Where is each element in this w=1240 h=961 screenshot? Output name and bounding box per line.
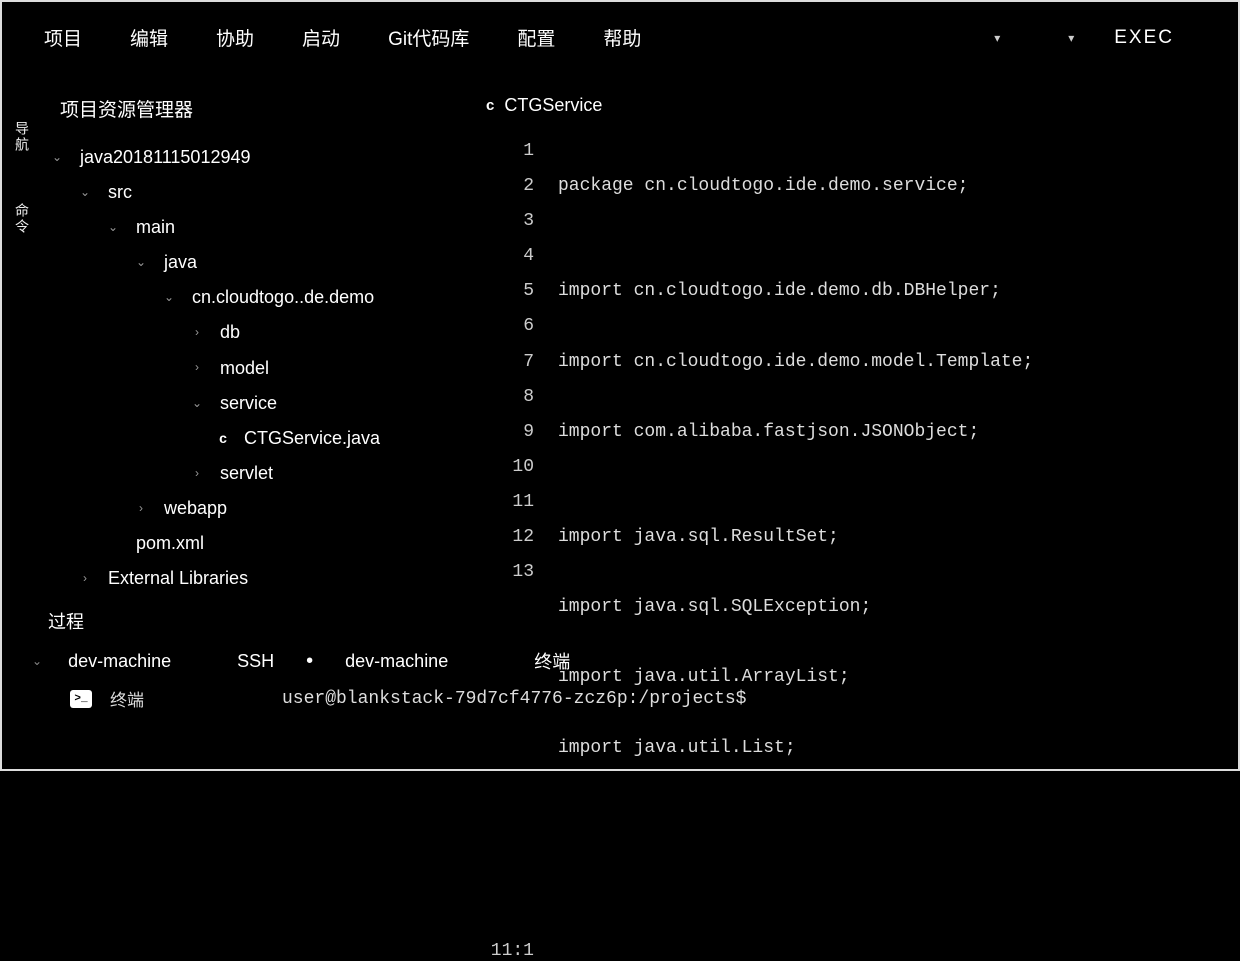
chevron-down-icon: ⌄ <box>76 181 94 204</box>
chevron-right-icon: › <box>76 567 94 590</box>
vertical-tabstrip: 导航 命令 <box>2 73 42 600</box>
code-line: import com.alibaba.fastjson.JSONObject; <box>558 415 1228 450</box>
exec-button[interactable]: EXEC <box>1114 27 1214 49</box>
dropdown-2-icon[interactable]: ▾ <box>1040 31 1102 45</box>
menubar: 项目 编辑 协助 启动 Git代码库 配置 帮助 ▾ ▾ EXEC <box>2 2 1238 73</box>
code-line: import cn.cloudtogo.ide.demo.db.DBHelper… <box>558 274 1228 309</box>
chevron-right-icon: › <box>188 356 206 379</box>
chevron-right-icon: › <box>188 462 206 485</box>
tree-src[interactable]: ⌄ src <box>48 175 472 210</box>
chevron-down-icon: ⌄ <box>48 146 66 169</box>
machine-name-2: dev-machine <box>345 651 448 672</box>
editor-tab-label: CTGService <box>504 95 602 116</box>
dropdown-1-icon[interactable]: ▾ <box>966 31 1028 45</box>
tree-java[interactable]: ⌄ java <box>48 245 472 280</box>
menu-edit[interactable]: 编辑 <box>112 20 186 55</box>
status-dot-icon: • <box>300 650 319 673</box>
tree-label: cn.cloudtogo..de.demo <box>192 280 374 315</box>
class-icon: c <box>486 97 494 114</box>
tree-label: main <box>136 210 175 245</box>
tree-service[interactable]: ⌄ service <box>48 386 472 421</box>
tree-label: pom.xml <box>136 526 204 561</box>
ssh-label[interactable]: SSH <box>237 651 274 672</box>
tree-main[interactable]: ⌄ main <box>48 210 472 245</box>
tree-label: External Libraries <box>108 561 248 596</box>
tree-label: servlet <box>220 456 273 491</box>
code-line: package cn.cloudtogo.ide.demo.service; <box>558 169 1228 204</box>
tree-file-ctgservice[interactable]: c CTGService.java <box>48 421 472 456</box>
tree-root[interactable]: ⌄ java20181115012949 <box>48 140 472 175</box>
menu-run[interactable]: 启动 <box>284 20 358 55</box>
tree-label: java <box>164 245 197 280</box>
chevron-down-icon: ⌄ <box>132 251 150 274</box>
code-line: import cn.cloudtogo.ide.demo.model.Templ… <box>558 345 1228 380</box>
tree-pkg[interactable]: ⌄ cn.cloudtogo..de.demo <box>48 280 472 315</box>
tree-label: service <box>220 386 277 421</box>
chevron-right-icon: › <box>132 497 150 520</box>
machine-name[interactable]: dev-machine <box>68 651 171 672</box>
code-line: import java.sql.ResultSet; <box>558 520 1228 555</box>
terminal-prompt[interactable]: user@blankstack-79d7cf4776-zcz6p:/projec… <box>282 689 746 709</box>
terminal-icon: >_ <box>70 690 92 708</box>
chevron-down-icon[interactable]: ⌄ <box>32 654 42 668</box>
tree-label: webapp <box>164 491 227 526</box>
project-tree: ⌄ java20181115012949 ⌄ src ⌄ main ⌄ java… <box>48 140 472 596</box>
tree-model[interactable]: › model <box>48 351 472 386</box>
tree-db[interactable]: › db <box>48 315 472 350</box>
vtab-nav[interactable]: 导航 <box>12 121 32 153</box>
vtab-cmd[interactable]: 命令 <box>12 203 32 235</box>
tree-label: src <box>108 175 132 210</box>
explorer-title: 项目资源管理器 <box>48 83 472 140</box>
project-explorer: 项目资源管理器 ⌄ java20181115012949 ⌄ src ⌄ mai… <box>42 73 482 600</box>
workspace: 导航 命令 项目资源管理器 ⌄ java20181115012949 ⌄ src… <box>2 73 1238 600</box>
chevron-down-icon: ⌄ <box>188 392 206 415</box>
code-area[interactable]: 12345678910111213 package cn.cloudtogo.i… <box>486 134 1228 941</box>
menu-help[interactable]: 帮助 <box>585 20 659 55</box>
editor-pane: c CTGService 12345678910111213 package c… <box>482 73 1238 600</box>
tree-label: db <box>220 315 240 350</box>
class-icon: c <box>216 425 230 452</box>
menu-project[interactable]: 项目 <box>26 20 100 55</box>
chevron-down-icon: ⌄ <box>160 286 178 309</box>
line-gutter: 12345678910111213 <box>486 134 558 941</box>
tree-servlet[interactable]: › servlet <box>48 456 472 491</box>
tree-label: java20181115012949 <box>80 140 251 175</box>
terminal-name: 终端 <box>110 686 144 711</box>
tree-label: CTGService.java <box>244 421 380 456</box>
code-content[interactable]: package cn.cloudtogo.ide.demo.service; i… <box>558 134 1228 941</box>
code-line: import java.util.List; <box>558 731 1228 766</box>
code-line: import java.sql.SQLException; <box>558 590 1228 625</box>
tree-webapp[interactable]: › webapp <box>48 491 472 526</box>
chevron-right-icon: › <box>188 321 206 344</box>
tree-label: model <box>220 351 269 386</box>
tree-external-libs[interactable]: › External Libraries <box>48 561 472 596</box>
tree-pom[interactable]: pom.xml <box>48 526 472 561</box>
cursor-position: 11:1 <box>486 941 558 961</box>
terminal-label[interactable]: 终端 <box>534 648 570 674</box>
chevron-down-icon: ⌄ <box>104 216 122 239</box>
menu-assist[interactable]: 协助 <box>198 20 272 55</box>
editor-tab[interactable]: c CTGService <box>486 83 1228 134</box>
menu-git[interactable]: Git代码库 <box>370 20 487 55</box>
menu-config[interactable]: 配置 <box>499 20 573 55</box>
